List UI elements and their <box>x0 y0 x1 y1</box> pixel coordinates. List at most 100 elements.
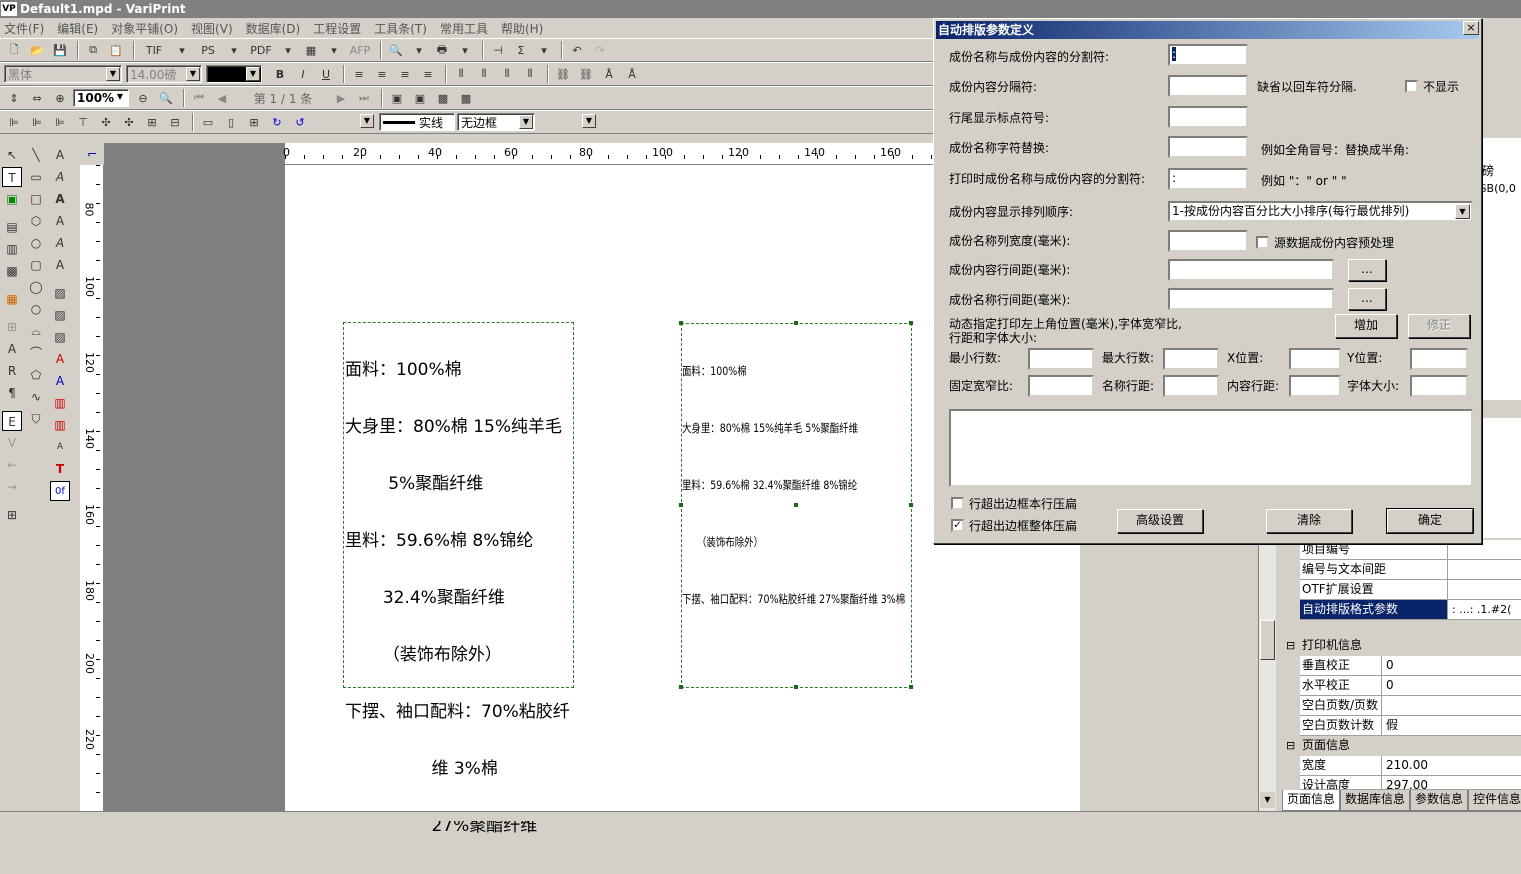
image-tool-icon[interactable]: ▣ <box>2 189 22 209</box>
no-show-checkbox[interactable]: 不显示 <box>1405 78 1459 95</box>
vertical-align-bottom-icon[interactable]: ⫴ <box>497 64 517 84</box>
menu-file[interactable]: 文件(F) <box>4 20 44 37</box>
tab-page-info[interactable]: 页面信息 <box>1282 790 1341 811</box>
red-t-tool-icon[interactable]: T <box>50 459 70 479</box>
resize-handle[interactable] <box>909 685 913 689</box>
same-width-icon[interactable]: ⊞ <box>142 112 162 132</box>
tab-parameter-info[interactable]: 参数信息 <box>1410 790 1469 811</box>
modify-button[interactable]: 修正 <box>1408 314 1470 338</box>
resize-handle[interactable] <box>794 503 798 507</box>
rotate-cw-icon[interactable]: ↻ <box>267 112 287 132</box>
compress-all-checkbox[interactable]: ✓ 行超出边框整体压扁 <box>951 517 1077 534</box>
sigma-button[interactable]: Σ <box>511 40 531 60</box>
text-a-italic-tool-icon[interactable]: A <box>50 167 70 187</box>
group-printer-info[interactable]: 打印机信息 <box>1282 636 1521 656</box>
align-center-icon[interactable]: ≡ <box>372 64 392 84</box>
sep-name-content-input[interactable]: : <box>1168 44 1248 66</box>
content-sep-input[interactable] <box>1168 75 1248 97</box>
align-left-icon[interactable]: ≡ <box>349 64 369 84</box>
menu-toolbars[interactable]: 工具条(T) <box>374 20 427 37</box>
menu-object-tile[interactable]: 对象平铺(O) <box>111 20 178 37</box>
prop-row-design-height[interactable]: 设计高度 297.00 <box>1300 776 1521 790</box>
redo-icon[interactable]: ↷ <box>590 40 610 60</box>
send-back-icon[interactable]: ▣ <box>410 88 430 108</box>
square-tool-icon[interactable]: □ <box>26 189 46 209</box>
arrow-left-tool-icon[interactable]: ← <box>2 455 22 475</box>
copy-icon[interactable]: ⧉ <box>83 40 103 60</box>
export-tif-button[interactable]: TIF <box>139 40 169 60</box>
dropdown-arrow-icon[interactable]: ▾ <box>455 40 475 60</box>
fit-width-icon[interactable]: ⇔ <box>27 88 47 108</box>
dropdown-arrow-icon[interactable]: ▾ <box>409 40 429 60</box>
justify-icon[interactable]: ≡ <box>418 64 438 84</box>
group-icon[interactable]: ▩ <box>433 88 453 108</box>
pattern2-tool-icon[interactable]: ▨ <box>50 305 70 325</box>
name-width-input[interactable] <box>1168 230 1248 252</box>
otf-tool-icon[interactable]: 0f <box>50 481 70 501</box>
add-button[interactable]: 增加 <box>1335 314 1397 338</box>
print-sep-input[interactable]: : <box>1168 168 1248 190</box>
link-icon[interactable]: ⛓ <box>553 64 573 84</box>
arc-tool-icon[interactable]: ⌒ <box>26 343 46 363</box>
clear-button[interactable]: 清除 <box>1266 509 1352 533</box>
pointer-tool-icon[interactable]: ↖ <box>2 145 22 165</box>
stripes2-tool-icon[interactable]: ▥ <box>50 415 70 435</box>
resize-handle[interactable] <box>679 685 683 689</box>
qrcode-tool-icon[interactable]: ▩ <box>2 261 22 281</box>
scrollbar-thumb[interactable] <box>1260 620 1275 660</box>
border-select[interactable]: 无边框 ▼ <box>457 113 535 131</box>
distribute-icon[interactable]: ⫴ <box>520 64 540 84</box>
prop-row-horizontal-correction[interactable]: 水平校正 0 <box>1300 676 1521 696</box>
vertical-align-middle-icon[interactable]: ⫴ <box>474 64 494 84</box>
extra-select[interactable]: ▼ <box>581 113 597 131</box>
align-objects-bottom-icon[interactable]: ✣ <box>119 112 139 132</box>
resize-handle[interactable] <box>794 321 798 325</box>
bold-icon[interactable]: B <box>270 64 290 84</box>
dropdown-arrow-icon[interactable]: ▾ <box>324 40 344 60</box>
font-color-select[interactable]: ▼ <box>206 65 262 83</box>
resize-handle[interactable] <box>909 321 913 325</box>
align-objects-left-icon[interactable]: ⊫ <box>4 112 24 132</box>
prop-row-auto-layout[interactable]: 自动排版格式参数 : ...: .1.#2( <box>1300 600 1521 620</box>
text-a-small-tool-icon[interactable]: A <box>50 211 70 231</box>
scroll-down-icon[interactable]: ▼ <box>1260 792 1275 808</box>
menu-view[interactable]: 视图(V) <box>191 20 233 37</box>
zoom-in-icon[interactable]: ⊕ <box>50 88 70 108</box>
font-family-select[interactable]: 黑体 ▼ <box>4 65 122 83</box>
prev-record-icon[interactable]: ◀ <box>212 88 232 108</box>
field-tool-icon[interactable]: ▤ <box>2 217 22 237</box>
align-right-icon[interactable]: ≡ <box>395 64 415 84</box>
x-pos-input[interactable] <box>1289 348 1341 370</box>
chart-tool-icon[interactable]: ▦ <box>2 289 22 309</box>
close-button[interactable]: × <box>1463 21 1479 35</box>
prop-row-width[interactable]: 宽度 210.00 <box>1300 756 1521 776</box>
new-file-icon[interactable]: 🗋 <box>4 40 24 60</box>
unlink-icon[interactable]: ⛓ <box>576 64 596 84</box>
same-height-icon[interactable]: ⊟ <box>165 112 185 132</box>
curve-tool-icon[interactable]: ∿ <box>26 387 46 407</box>
repeat-tool-icon[interactable]: R <box>2 361 22 381</box>
pattern3-tool-icon[interactable]: ▨ <box>50 327 70 347</box>
print-preview-icon[interactable]: 🔍 <box>386 40 406 60</box>
grid-icon[interactable]: ▭ <box>198 112 218 132</box>
color-a-tool-icon[interactable]: A <box>50 349 70 369</box>
group-page-info[interactable]: 页面信息 <box>1282 736 1521 756</box>
max-rows-input[interactable] <box>1163 348 1219 370</box>
content-row-spacing-input[interactable] <box>1289 375 1341 397</box>
e-tool-icon[interactable]: E <box>2 411 22 431</box>
dropdown-arrow-icon[interactable]: ▾ <box>172 40 192 60</box>
fit-height-icon[interactable]: ⇕ <box>4 88 24 108</box>
anchor-tool-icon[interactable]: A <box>2 339 22 359</box>
text-style-icon[interactable]: Å <box>599 64 619 84</box>
align-objects-middle-icon[interactable]: ✣ <box>96 112 116 132</box>
pentagon-tool-icon[interactable]: ⬠ <box>26 365 46 385</box>
prop-row-blank-pages[interactable]: 空白页数/页数 <box>1300 696 1521 716</box>
compress-row-checkbox[interactable]: 行超出边框本行压扁 <box>951 495 1077 512</box>
last-record-icon[interactable]: ⏭ <box>354 88 374 108</box>
align-objects-center-icon[interactable]: ⊫ <box>27 112 47 132</box>
line-end-input[interactable] <box>1168 106 1248 128</box>
pin-icon[interactable]: ⊣ <box>488 40 508 60</box>
rect-tool-icon[interactable]: ▭ <box>26 167 46 187</box>
text-a-bold-tool-icon[interactable]: A <box>50 189 70 209</box>
save-icon[interactable]: 💾 <box>50 40 70 60</box>
